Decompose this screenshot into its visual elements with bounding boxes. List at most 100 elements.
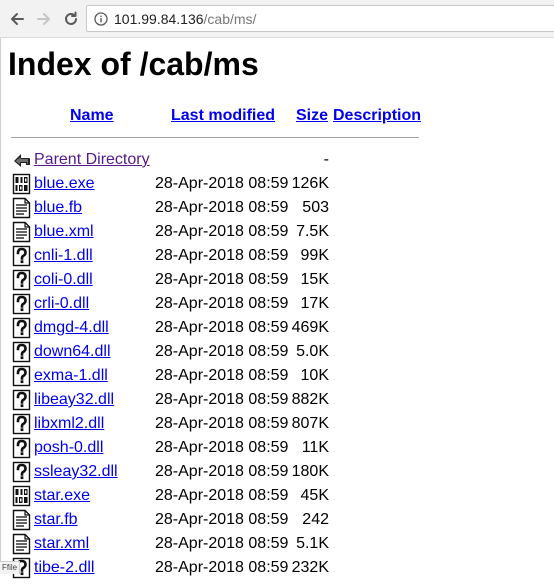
- file-last-modified: 28-Apr-2018 08:59: [155, 439, 289, 456]
- file-last-modified: 28-Apr-2018 08:59: [155, 415, 289, 432]
- back-arrow-icon[interactable]: [12, 149, 32, 171]
- file-last-modified: 28-Apr-2018 08:59: [155, 343, 289, 360]
- file-link[interactable]: star.xml: [34, 534, 89, 554]
- url-host: 101.99.84.136: [114, 11, 204, 27]
- column-header-description[interactable]: Description: [333, 106, 421, 126]
- file-size: 5.0K: [296, 343, 329, 360]
- address-bar[interactable]: 101.99.84.136/cab/ms/: [86, 5, 554, 32]
- file-size: 180K: [291, 463, 329, 480]
- unknown-file-icon[interactable]: [12, 245, 32, 267]
- file-link[interactable]: blue.fb: [34, 198, 82, 218]
- unknown-file-icon[interactable]: [12, 461, 32, 483]
- file-link[interactable]: tibe-2.dll: [34, 558, 94, 578]
- table-row: libxml2.dll 28-Apr-2018 08:59 807K: [0, 412, 554, 436]
- file-size: 126K: [291, 175, 329, 192]
- file-size: 15K: [300, 271, 329, 288]
- file-link[interactable]: cnli-1.dll: [34, 246, 93, 266]
- unknown-file-icon[interactable]: [12, 437, 32, 459]
- table-row: exma-1.dll 28-Apr-2018 08:59 10K: [0, 364, 554, 388]
- table-row: posh-0.dll 28-Apr-2018 08:59 11K: [0, 436, 554, 460]
- unknown-file-icon[interactable]: [12, 341, 32, 363]
- file-link[interactable]: star.exe: [34, 486, 90, 506]
- file-size: 99K: [300, 247, 329, 264]
- text-file-icon[interactable]: [12, 533, 32, 555]
- file-last-modified: 28-Apr-2018 08:59: [155, 223, 289, 240]
- file-link[interactable]: libeay32.dll: [34, 390, 114, 410]
- file-size: 807K: [291, 415, 329, 432]
- table-row: star.exe 28-Apr-2018 08:59 45K: [0, 484, 554, 508]
- file-size: 882K: [291, 391, 329, 408]
- table-row: crli-0.dll 28-Apr-2018 08:59 17K: [0, 292, 554, 316]
- file-size: 242: [302, 511, 329, 528]
- browser-toolbar: 101.99.84.136/cab/ms/: [0, 0, 554, 38]
- url-path: /cab/ms/: [203, 11, 257, 27]
- file-last-modified: 28-Apr-2018 08:59: [155, 391, 289, 408]
- file-size: 503: [302, 199, 329, 216]
- file-size: 5.1K: [296, 535, 329, 552]
- reload-button[interactable]: [60, 8, 82, 30]
- table-row: down64.dll 28-Apr-2018 08:59 5.0K: [0, 340, 554, 364]
- file-last-modified: 28-Apr-2018 08:59: [155, 559, 289, 576]
- file-last-modified: 28-Apr-2018 08:59: [155, 271, 289, 288]
- forward-button[interactable]: [33, 8, 55, 30]
- file-link[interactable]: blue.xml: [34, 222, 94, 242]
- table-row: dmgd-4.dll 28-Apr-2018 08:59 469K: [0, 316, 554, 340]
- file-last-modified: 28-Apr-2018 08:59: [155, 319, 289, 336]
- text-file-icon[interactable]: [12, 509, 32, 531]
- file-last-modified: 28-Apr-2018 08:59: [155, 175, 289, 192]
- reload-icon: [65, 11, 77, 25]
- table-row: blue.exe 28-Apr-2018 08:59 126K: [0, 172, 554, 196]
- file-link[interactable]: coli-0.dll: [34, 270, 93, 290]
- file-last-modified: 28-Apr-2018 08:59: [155, 487, 289, 504]
- file-link[interactable]: blue.exe: [34, 174, 95, 194]
- unknown-file-icon[interactable]: [12, 413, 32, 435]
- parent-directory-link[interactable]: Parent Directory: [34, 150, 150, 170]
- table-row: coli-0.dll 28-Apr-2018 08:59 15K: [0, 268, 554, 292]
- file-link[interactable]: ssleay32.dll: [34, 462, 118, 482]
- file-size: 469K: [291, 319, 329, 336]
- file-link[interactable]: libxml2.dll: [34, 414, 104, 434]
- file-size: 17K: [300, 295, 329, 312]
- file-last-modified: 28-Apr-2018 08:59: [155, 463, 289, 480]
- unknown-file-icon[interactable]: [12, 365, 32, 387]
- info-icon[interactable]: [94, 12, 108, 26]
- file-last-modified: 28-Apr-2018 08:59: [155, 295, 289, 312]
- text-file-icon[interactable]: [12, 221, 32, 243]
- table-row: blue.fb 28-Apr-2018 08:59 503: [0, 196, 554, 220]
- back-button[interactable]: [6, 8, 28, 30]
- unknown-file-icon[interactable]: [12, 317, 32, 339]
- text-file-icon[interactable]: [12, 197, 32, 219]
- file-last-modified: 28-Apr-2018 08:59: [155, 199, 289, 216]
- table-row: libeay32.dll 28-Apr-2018 08:59 882K: [0, 388, 554, 412]
- file-link[interactable]: posh-0.dll: [34, 438, 103, 458]
- binary-file-icon[interactable]: [12, 485, 32, 507]
- file-link[interactable]: down64.dll: [34, 342, 111, 362]
- table-row: cnli-1.dll 28-Apr-2018 08:59 99K: [0, 244, 554, 268]
- unknown-file-icon[interactable]: [12, 293, 32, 315]
- table-row: tibe-2.dll 28-Apr-2018 08:59 232K: [0, 556, 554, 580]
- file-last-modified: 28-Apr-2018 08:59: [155, 367, 289, 384]
- page-title: Index of /cab/ms: [8, 46, 259, 82]
- column-header-size[interactable]: Size: [296, 106, 328, 126]
- unknown-file-icon[interactable]: [12, 269, 32, 291]
- file-link[interactable]: exma-1.dll: [34, 366, 108, 386]
- file-size: 45K: [300, 487, 329, 504]
- table-row: ssleay32.dll 28-Apr-2018 08:59 180K: [0, 460, 554, 484]
- unknown-file-icon[interactable]: [12, 389, 32, 411]
- file-last-modified: 28-Apr-2018 08:59: [155, 535, 289, 552]
- back-arrow-icon: [11, 13, 24, 25]
- file-size: 232K: [291, 559, 329, 576]
- forward-arrow-icon: [37, 13, 50, 25]
- file-last-modified: 28-Apr-2018 08:59: [155, 511, 289, 528]
- table-row: star.fb 28-Apr-2018 08:59 242: [0, 508, 554, 532]
- file-size: -: [323, 151, 329, 168]
- file-link[interactable]: star.fb: [34, 510, 78, 530]
- binary-file-icon[interactable]: [12, 173, 32, 195]
- column-header-last-modified[interactable]: Last modified: [171, 106, 275, 126]
- file-link[interactable]: crli-0.dll: [34, 294, 89, 314]
- table-row: star.xml 28-Apr-2018 08:59 5.1K: [0, 532, 554, 556]
- file-link[interactable]: dmgd-4.dll: [34, 318, 109, 338]
- column-header-name[interactable]: Name: [70, 106, 114, 126]
- file-size: 10K: [300, 367, 329, 384]
- url-text[interactable]: 101.99.84.136/cab/ms/: [114, 11, 256, 27]
